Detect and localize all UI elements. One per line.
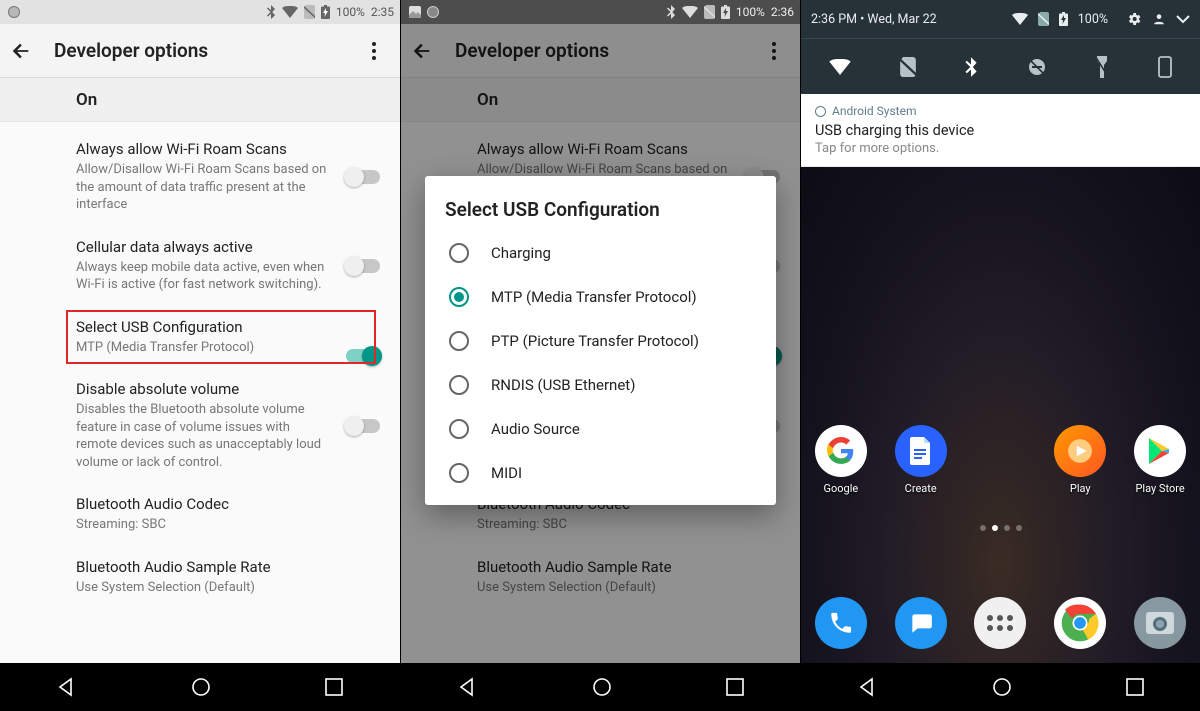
wifi-icon	[282, 6, 298, 18]
app-phone[interactable]	[811, 597, 871, 649]
nav-recents-icon[interactable]	[1126, 678, 1144, 696]
radio-icon	[449, 287, 469, 307]
settings-list: Always allow Wi-Fi Roam Scans Allow/Disa…	[0, 122, 400, 609]
bluetooth-icon	[266, 5, 276, 19]
setting-bt-audio-codec[interactable]: Bluetooth Audio Codec Streaming: SBC	[0, 483, 400, 546]
nav-bar	[401, 663, 800, 711]
home-dock	[801, 597, 1200, 649]
qs-wifi-icon[interactable]	[829, 59, 851, 75]
status-bar: 100% 2:35	[0, 0, 400, 24]
qs-flashlight-icon[interactable]	[1095, 56, 1109, 78]
battery-charging-icon	[321, 5, 330, 19]
app-chrome[interactable]	[1050, 597, 1110, 649]
nav-bar	[0, 663, 400, 711]
home-wallpaper: Google Create Play Play Store	[801, 162, 1200, 663]
usb-option-audio[interactable]: Audio Source	[445, 407, 756, 451]
app-create[interactable]: Create	[891, 425, 951, 495]
qs-bluetooth-icon[interactable]	[964, 56, 978, 78]
usb-option-rndis[interactable]: RNDIS (USB Ethernet)	[445, 363, 756, 407]
screen-developer-options: 100% 2:35 Developer options On Always al…	[0, 0, 400, 711]
qs-dnd-icon[interactable]	[1027, 57, 1047, 77]
setting-cellular-always-active[interactable]: Cellular data always active Always keep …	[0, 226, 400, 306]
radio-icon	[449, 419, 469, 439]
battery-charging-icon	[721, 5, 730, 19]
app-recent-icon	[8, 6, 20, 18]
toggle-switch[interactable]	[346, 419, 380, 433]
toggle-switch[interactable]	[346, 170, 380, 184]
no-sim-icon	[704, 5, 715, 19]
screen-usb-dialog: 100% 2:36 Developer options On Always al…	[400, 0, 800, 711]
app-play-store[interactable]: Play Store	[1130, 425, 1190, 495]
nav-recents-icon[interactable]	[726, 678, 744, 696]
usb-option-midi[interactable]: MIDI	[445, 451, 756, 495]
shade-time-date: 2:36 PM • Wed, Mar 22	[811, 12, 1012, 27]
no-sim-icon	[1038, 12, 1049, 26]
wifi-icon	[1012, 13, 1028, 25]
usb-option-mtp[interactable]: MTP (Media Transfer Protocol)	[445, 275, 756, 319]
app-play-music[interactable]: Play	[1050, 425, 1110, 495]
no-sim-icon	[304, 5, 315, 19]
master-toggle-label: On	[76, 90, 380, 110]
android-system-icon	[815, 106, 826, 117]
notification-usb[interactable]: Android System USB charging this device …	[801, 94, 1200, 167]
battery-percent: 100%	[1078, 12, 1108, 27]
notification-subtitle: Tap for more options.	[815, 141, 1186, 156]
qs-sim-icon[interactable]	[900, 57, 916, 77]
toggle-switch[interactable]	[346, 259, 380, 273]
nav-home-icon[interactable]	[991, 676, 1013, 698]
app-bar: Developer options	[0, 24, 400, 78]
app-google[interactable]: Google	[811, 425, 871, 495]
battery-charging-icon	[1059, 12, 1068, 26]
radio-icon	[449, 375, 469, 395]
app-drawer-button[interactable]	[970, 597, 1030, 649]
master-toggle-row[interactable]: On	[0, 78, 400, 122]
radio-icon	[449, 331, 469, 351]
expand-icon[interactable]	[1176, 14, 1190, 24]
nav-recents-icon[interactable]	[325, 678, 343, 696]
settings-icon[interactable]	[1126, 11, 1142, 27]
screenshot-icon	[409, 6, 421, 18]
notification-shade: 2:36 PM • Wed, Mar 22 100%	[801, 0, 1200, 94]
bluetooth-icon	[666, 5, 676, 19]
notification-title: USB charging this device	[815, 122, 1186, 139]
nav-bar	[801, 663, 1200, 711]
clock: 2:35	[371, 5, 394, 19]
usb-option-charging[interactable]: Charging	[445, 231, 756, 275]
app-camera[interactable]	[1130, 597, 1190, 649]
dialog-title: Select USB Configuration	[445, 198, 756, 221]
radio-icon	[449, 243, 469, 263]
wifi-icon	[682, 6, 698, 18]
nav-back-icon[interactable]	[458, 677, 478, 697]
screen-notification-shade: Google Create Play Play Store 2:36 PM • …	[800, 0, 1200, 711]
qs-portrait-icon[interactable]	[1158, 56, 1172, 78]
setting-disable-absolute-volume[interactable]: Disable absolute volume Disables the Blu…	[0, 368, 400, 483]
nav-home-icon[interactable]	[591, 676, 613, 698]
user-switch-icon[interactable]	[1152, 12, 1166, 26]
notification-app-name: Android System	[815, 104, 1186, 118]
quick-settings-row	[801, 38, 1200, 94]
battery-percent: 100%	[336, 5, 365, 19]
home-page-indicator	[801, 525, 1200, 531]
app-recent-icon	[427, 6, 439, 18]
battery-percent: 100%	[736, 5, 765, 19]
radio-icon	[449, 463, 469, 483]
shade-header: 2:36 PM • Wed, Mar 22 100%	[801, 0, 1200, 38]
nav-back-icon[interactable]	[858, 677, 878, 697]
clock: 2:36	[771, 5, 794, 19]
app-messages[interactable]	[891, 597, 951, 649]
setting-bt-sample-rate[interactable]: Bluetooth Audio Sample Rate Use System S…	[0, 546, 400, 609]
page-title: Developer options	[54, 39, 372, 62]
usb-config-dialog: Select USB Configuration Charging MTP (M…	[425, 176, 776, 505]
usb-option-ptp[interactable]: PTP (Picture Transfer Protocol)	[445, 319, 756, 363]
overflow-menu-icon[interactable]	[372, 42, 390, 60]
home-apps-row-1: Google Create Play Play Store	[801, 425, 1200, 495]
status-bar: 100% 2:36	[401, 0, 800, 24]
setting-select-usb-config[interactable]: Select USB Configuration MTP (Media Tran…	[62, 306, 380, 369]
back-icon[interactable]	[10, 40, 32, 62]
nav-back-icon[interactable]	[57, 677, 77, 697]
setting-wifi-roam-scans[interactable]: Always allow Wi-Fi Roam Scans Allow/Disa…	[0, 128, 400, 226]
nav-home-icon[interactable]	[190, 676, 212, 698]
